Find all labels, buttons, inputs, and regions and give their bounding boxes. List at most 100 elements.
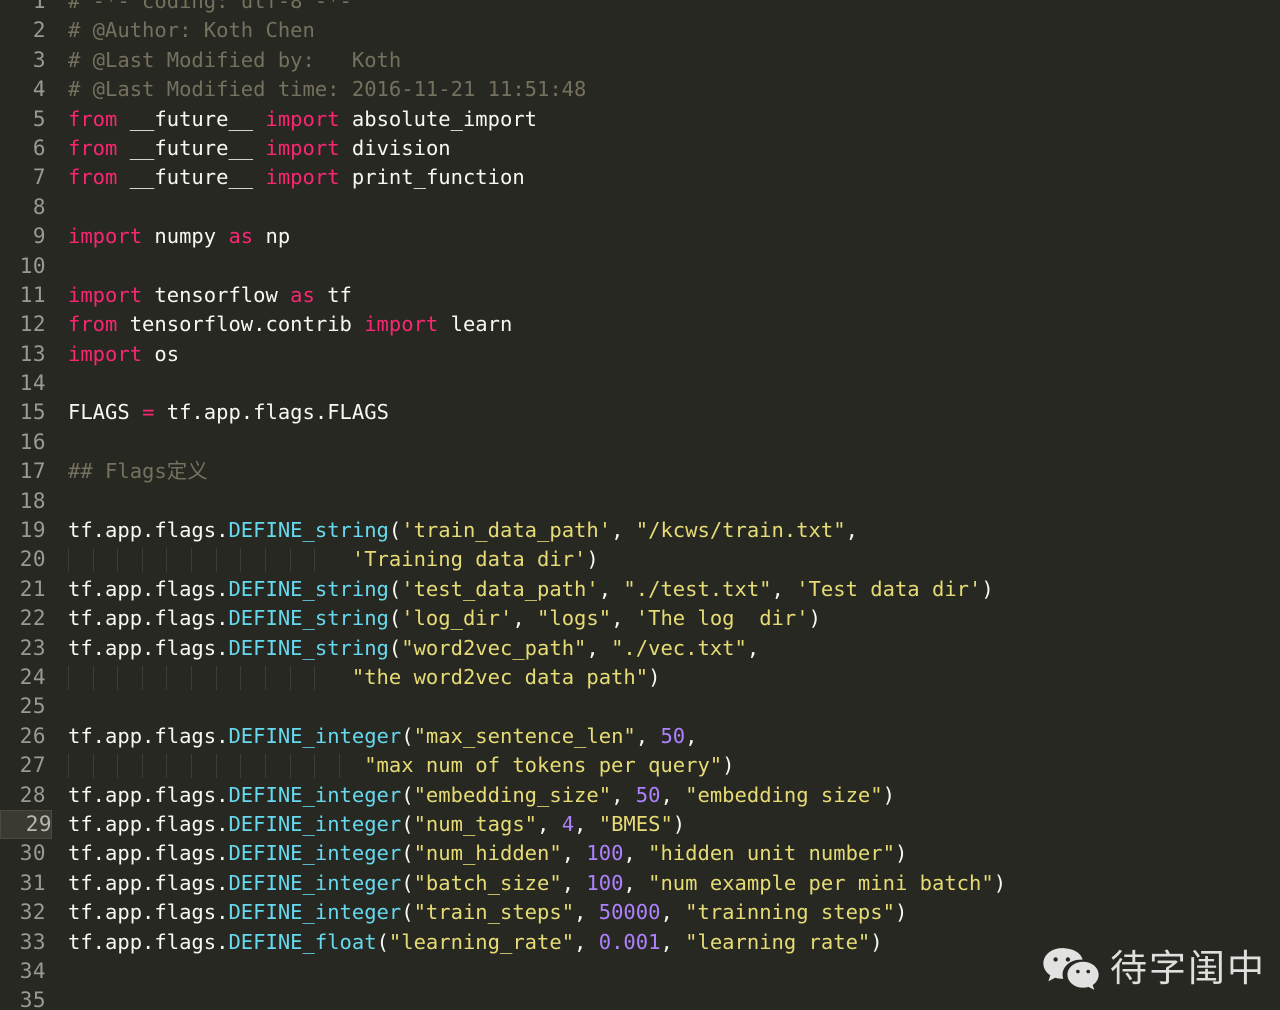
token-pl: tf.app.flags. — [68, 841, 229, 866]
code-line[interactable]: 12 from tensorflow.contrib import learn — [0, 310, 1280, 339]
code-line[interactable]: 4 # @Last Modified time: 2016-11-21 11:51… — [0, 75, 1280, 104]
token-pl: os — [142, 341, 180, 366]
token-pl: ) — [993, 870, 1007, 895]
token-str: "num_tags" — [413, 811, 538, 836]
code-line[interactable]: 30 tf.app.flags.DEFINE_integer("num_hidde… — [0, 839, 1280, 868]
token-pl: numpy — [142, 224, 229, 249]
token-pl: , — [771, 576, 797, 601]
code-line[interactable]: 2 # @Author: Koth Chen — [0, 16, 1280, 45]
token-num: 0.001 — [598, 929, 661, 954]
code-line[interactable]: 8 — [0, 193, 1280, 222]
token-pl: , — [746, 635, 760, 660]
token-pl: ) — [894, 841, 908, 866]
token-cmt: # @Last Modified time: 2016-11-21 11:51:… — [68, 77, 587, 102]
code-line[interactable]: 14 — [0, 369, 1280, 398]
code-line[interactable]: 31 tf.app.flags.DEFINE_integer("batch_siz… — [0, 869, 1280, 898]
token-pl: , — [537, 811, 562, 836]
code-line[interactable]: 29 tf.app.flags.DEFINE_integer("num_tags"… — [0, 809, 1280, 840]
code-line[interactable]: 5 from __future__ import absolute_import — [0, 105, 1280, 134]
line-number: 17 — [19, 459, 46, 484]
code-line[interactable]: 28 tf.app.flags.DEFINE_integer("embedding… — [0, 781, 1280, 810]
token-pl: tf.app.flags. — [68, 635, 229, 660]
code-text: FLAGS = tf.app.flags.FLAGS — [68, 398, 389, 427]
line-number: 32 — [19, 900, 46, 925]
token-pl: , — [611, 606, 636, 631]
code-line[interactable]: 6 from __future__ import division — [0, 134, 1280, 163]
line-number: 4 — [32, 77, 46, 102]
code-text: tf.app.flags.DEFINE_integer("embedding_s… — [68, 781, 895, 810]
code-line[interactable]: 9 import numpy as np — [0, 222, 1280, 251]
code-editor[interactable]: 1 # -*- coding: utf-8 -*- 2 # @Author: Koth… — [0, 0, 1280, 1010]
code-line[interactable]: 32 tf.app.flags.DEFINE_integer("train_ste… — [0, 898, 1280, 927]
code-line[interactable]: 20 'Training data dir') — [0, 545, 1280, 574]
token-pl: tensorflow — [142, 282, 291, 307]
token-pl: ) — [672, 811, 686, 836]
code-text: import tensorflow as tf — [68, 281, 352, 310]
code-line[interactable]: 11 import tensorflow as tf — [0, 281, 1280, 310]
code-line[interactable]: 24 "the word2vec data path") — [0, 663, 1280, 692]
line-number: 16 — [19, 429, 46, 454]
token-str: "learning rate" — [685, 929, 871, 954]
code-text: import numpy as np — [68, 222, 290, 251]
line-number: 10 — [19, 253, 46, 278]
token-pl: __future__ — [117, 106, 266, 131]
code-line[interactable]: 18 — [0, 487, 1280, 516]
token-str: "embedding_size" — [413, 782, 612, 807]
code-line[interactable]: 16 — [0, 428, 1280, 457]
token-pl: tf.app.flags. — [68, 870, 229, 895]
code-line[interactable]: 13 import os — [0, 340, 1280, 369]
line-number: 5 — [32, 106, 46, 131]
token-pl: division — [339, 135, 451, 160]
line-number: 8 — [32, 194, 46, 219]
code-line[interactable]: 26 tf.app.flags.DEFINE_integer("max_sente… — [0, 722, 1280, 751]
token-str: "word2vec_path" — [401, 635, 587, 660]
code-line[interactable]: 22 tf.app.flags.DEFINE_string('log_dir', … — [0, 604, 1280, 633]
token-kw: import — [68, 224, 143, 249]
token-pl: ) — [648, 664, 661, 689]
code-text: tf.app.flags.DEFINE_float("learning_rate… — [68, 928, 883, 957]
line-number: 26 — [19, 723, 46, 748]
code-line[interactable]: 7 from __future__ import print_function — [0, 163, 1280, 192]
token-str: "./vec.txt" — [611, 635, 747, 660]
code-line[interactable]: 3 # @Last Modified by: Koth — [0, 46, 1280, 75]
code-line[interactable]: 1 # -*- coding: utf-8 -*- — [0, 0, 1280, 16]
token-pl: tf.app.flags. — [68, 782, 229, 807]
code-line[interactable]: 23 tf.app.flags.DEFINE_string("word2vec_p… — [0, 634, 1280, 663]
token-pl: tf.app.flags. — [68, 576, 229, 601]
code-text: tf.app.flags.DEFINE_string('train_data_p… — [68, 516, 858, 545]
code-text: tf.app.flags.DEFINE_integer("train_steps… — [68, 898, 907, 927]
token-num: 100 — [586, 870, 624, 895]
token-kw: import — [265, 135, 340, 160]
token-pl: , — [561, 841, 587, 866]
code-line[interactable]: 19 tf.app.flags.DEFINE_string('train_data… — [0, 516, 1280, 545]
code-text: tf.app.flags.DEFINE_integer("num_hidden"… — [68, 839, 907, 868]
code-text: # @Last Modified time: 2016-11-21 11:51:… — [68, 75, 586, 104]
token-pl: __future__ — [117, 165, 266, 190]
line-number: 11 — [19, 282, 46, 307]
code-line[interactable]: 25 — [0, 692, 1280, 721]
code-line[interactable]: 21 tf.app.flags.DEFINE_string('test_data_… — [0, 575, 1280, 604]
token-kw: from — [68, 135, 118, 160]
token-pl: ( — [401, 723, 414, 748]
token-fn: DEFINE_string — [228, 635, 389, 660]
token-pl: , — [586, 635, 612, 660]
code-line[interactable]: 10 — [0, 252, 1280, 281]
token-num: 100 — [586, 841, 624, 866]
code-line[interactable]: 17 ## Flags定义 — [0, 457, 1280, 486]
token-pl: tf — [314, 282, 352, 307]
token-str: "max_sentence_len" — [413, 723, 636, 748]
line-number: 19 — [19, 518, 46, 543]
code-text: tf.app.flags.DEFINE_integer("batch_size"… — [68, 869, 1006, 898]
token-pl: ( — [388, 635, 402, 660]
code-line[interactable]: 15 FLAGS = tf.app.flags.FLAGS — [0, 398, 1280, 427]
token-str: "/kcws/train.txt" — [635, 518, 846, 543]
token-pl: tf.app.flags. — [68, 723, 229, 748]
token-pl: , — [623, 841, 649, 866]
token-pl: , — [635, 723, 661, 748]
wechat-icon — [1042, 946, 1100, 992]
token-pl: absolute_import — [339, 106, 538, 131]
code-line[interactable]: 27 "max num of tokens per query") — [0, 751, 1280, 780]
token-fn: DEFINE_integer — [228, 900, 402, 925]
